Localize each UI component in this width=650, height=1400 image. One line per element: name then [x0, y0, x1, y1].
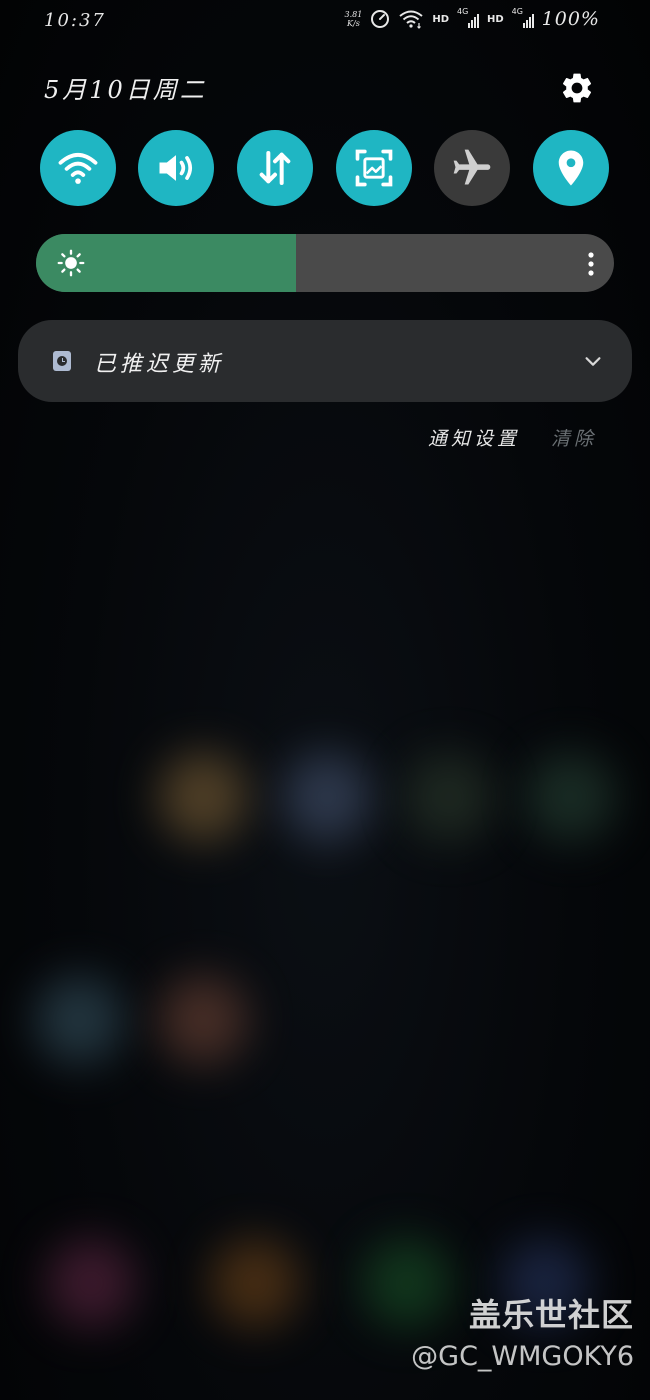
network-speed: 3.81 K/s: [345, 10, 363, 28]
notification-settings-button[interactable]: 通知设置: [428, 424, 520, 451]
sound-toggle[interactable]: [138, 130, 214, 206]
battery-level: 100%: [541, 8, 600, 30]
mobile-data-toggle[interactable]: [237, 130, 313, 206]
blurred-app-icon: [404, 752, 494, 842]
scheduled-update-icon: [53, 351, 71, 371]
wifi-status-icon: [399, 10, 423, 29]
airplane-mode-toggle[interactable]: [434, 130, 510, 206]
status-icons: 3.81 K/s HD 4G HD 4G 100%: [345, 7, 600, 30]
more-vertical-icon[interactable]: [586, 251, 596, 277]
mobile-data-icon: [259, 151, 291, 185]
signal-sim1: 4G: [457, 7, 479, 28]
blurred-app-icon: [362, 1238, 452, 1328]
notification-panel: 10:37 3.81 K/s HD 4G HD 4G 100% 5月10日周二 …: [0, 0, 650, 1400]
network-type-label: 4G: [511, 7, 523, 16]
network-speed-unit: K/s: [347, 19, 360, 28]
blurred-app-icon: [158, 752, 248, 842]
blurred-app-icon: [526, 752, 616, 842]
date-label: 5月10日周二: [44, 76, 207, 104]
network-speed-value: 3.81: [344, 10, 363, 19]
status-time: 10:37: [44, 10, 106, 31]
location-icon: [558, 150, 584, 186]
blurred-app-icon: [158, 975, 248, 1065]
network-type-label: 4G: [457, 7, 469, 16]
screenshot-toggle[interactable]: [336, 130, 412, 206]
brightness-icon: [57, 249, 85, 277]
blurred-app-icon: [34, 975, 124, 1065]
chevron-down-icon[interactable]: [582, 350, 604, 372]
signal-bars-icon: [522, 14, 534, 28]
notification-card[interactable]: 已推迟更新: [18, 320, 632, 402]
settings-button[interactable]: [559, 70, 595, 106]
notification-title: 已推迟更新: [94, 352, 225, 377]
status-bar: 10:37 3.81 K/s HD 4G HD 4G 100%: [0, 0, 650, 44]
blurred-app-icon: [210, 1238, 300, 1328]
wifi-toggle[interactable]: [40, 130, 116, 206]
hd-indicator: HD: [432, 13, 449, 25]
speedometer-icon: [371, 10, 390, 28]
sound-icon: [159, 155, 193, 181]
wifi-icon: [58, 152, 98, 184]
blurred-app-icon: [282, 752, 372, 842]
signal-bars-icon: [468, 14, 479, 28]
clear-button[interactable]: 清除: [551, 424, 597, 451]
screenshot-icon: [355, 149, 393, 187]
blurred-app-icon: [46, 1238, 136, 1328]
watermark-title: 盖乐世社区: [468, 1296, 634, 1334]
location-toggle[interactable]: [533, 130, 609, 206]
gear-icon: [562, 73, 592, 103]
brightness-slider[interactable]: [36, 234, 614, 292]
signal-sim2: 4G: [511, 7, 534, 28]
watermark-handle: @GC_WMGOKY6: [411, 1341, 634, 1372]
airplane-icon: [453, 149, 491, 185]
hd-indicator: HD: [487, 13, 504, 25]
